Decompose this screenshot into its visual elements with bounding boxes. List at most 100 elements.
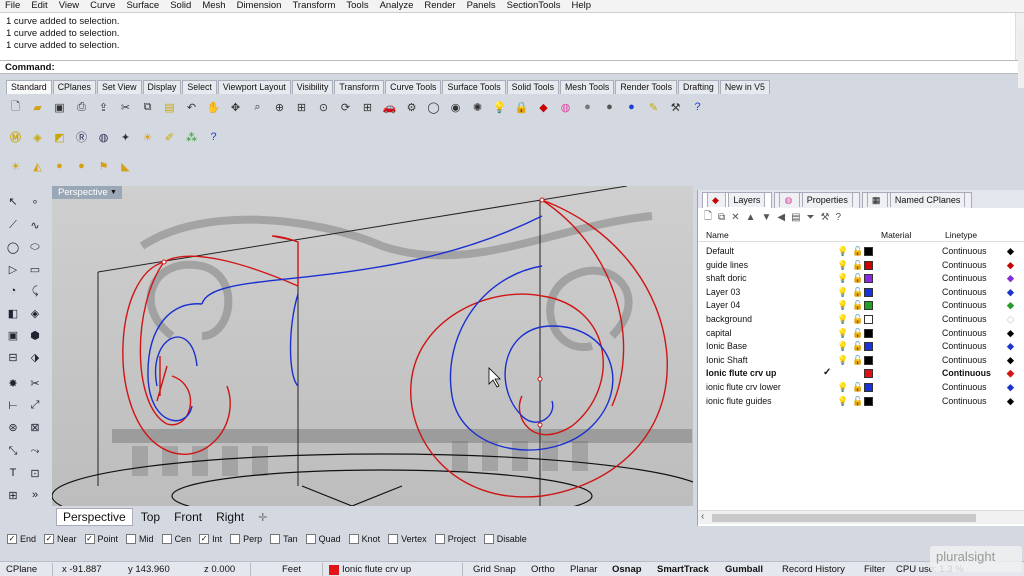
- menu-dimension[interactable]: Dimension: [237, 0, 282, 12]
- layer-name[interactable]: Ionic flute crv up: [706, 368, 776, 378]
- layer-name[interactable]: capital: [706, 328, 731, 338]
- layer-name[interactable]: Default: [706, 246, 734, 256]
- surface-edit-icon[interactable]: ◈: [26, 304, 44, 322]
- four-view-icon[interactable]: ⊞: [358, 98, 377, 117]
- new-layer-icon[interactable]: 🗋: [704, 209, 712, 226]
- layer-linetype[interactable]: Continuous: [942, 355, 987, 365]
- layer-print-color-icon[interactable]: ◆: [1007, 314, 1014, 325]
- group-icon[interactable]: ⊞: [4, 486, 22, 504]
- tab-layers[interactable]: ◆ Layers: [702, 192, 773, 208]
- array-icon[interactable]: ⊠: [26, 418, 44, 436]
- camera-icon[interactable]: ◉: [446, 98, 465, 117]
- tab-right[interactable]: Right: [210, 509, 250, 525]
- layer-print-color-icon[interactable]: ◆: [1007, 341, 1014, 352]
- layer-color-swatch[interactable]: [864, 274, 873, 284]
- import-icon[interactable]: ⇪: [94, 98, 113, 117]
- gumball-toggle[interactable]: Gumball: [725, 564, 763, 575]
- mesh-icon[interactable]: ⬗: [26, 348, 44, 366]
- layer-name[interactable]: shaft doric: [706, 273, 747, 283]
- layer-visible-icon[interactable]: 💡: [837, 396, 848, 407]
- shaded-sphere-icon[interactable]: ●: [578, 98, 597, 117]
- layer-row[interactable]: guide lines 💡 🔓 Continuous ◆: [698, 259, 1024, 273]
- solid-edit-icon[interactable]: ⬢: [26, 326, 44, 344]
- layer-row[interactable]: Ionic Shaft 💡 🔓 Continuous ◆: [698, 354, 1024, 368]
- checkbox[interactable]: ✓: [199, 534, 210, 544]
- menu-edit[interactable]: Edit: [31, 0, 47, 12]
- layer-name[interactable]: ionic flute guides: [706, 396, 772, 406]
- zoom-window-icon[interactable]: ⊕: [270, 98, 289, 117]
- dimension-icon[interactable]: ⤡: [4, 442, 22, 460]
- tab-display[interactable]: Display: [142, 80, 182, 94]
- status-layer-swatch[interactable]: [329, 565, 339, 575]
- layer-linetype[interactable]: Continuous: [942, 382, 987, 392]
- ortho-toggle[interactable]: Ortho: [531, 564, 555, 575]
- layer-print-color-icon[interactable]: ◆: [1007, 328, 1014, 339]
- explode-icon[interactable]: ✸: [4, 374, 22, 392]
- checkbox[interactable]: [126, 534, 137, 544]
- trim-icon[interactable]: ✂: [26, 374, 44, 392]
- text-icon[interactable]: T: [4, 464, 22, 482]
- rhino-m-icon[interactable]: Ⓜ: [6, 128, 25, 147]
- undo-icon[interactable]: ↶: [182, 98, 201, 117]
- move-down-icon[interactable]: ▼: [761, 212, 771, 223]
- layer-linetype[interactable]: Continuous: [942, 396, 987, 406]
- menu-file[interactable]: File: [5, 0, 20, 12]
- copy-icon[interactable]: ⧉: [138, 98, 157, 117]
- box-icon[interactable]: ▣: [4, 326, 22, 344]
- layer-visible-icon[interactable]: 💡: [837, 260, 848, 271]
- layer-name[interactable]: Ionic Base: [706, 341, 747, 351]
- more-icon[interactable]: »: [26, 486, 44, 504]
- brush-icon[interactable]: ✐: [160, 128, 179, 147]
- tab-front[interactable]: Front: [168, 509, 208, 525]
- layer-color-swatch[interactable]: [864, 383, 873, 392]
- move-icon[interactable]: ⊢: [4, 396, 22, 414]
- layer-visible-icon[interactable]: 💡: [837, 246, 848, 257]
- layer-unlock-icon[interactable]: 🔓: [852, 396, 863, 407]
- options-icon[interactable]: ⚒: [666, 98, 685, 117]
- scale-icon[interactable]: ⤢: [26, 396, 44, 414]
- layer-color-swatch[interactable]: [864, 301, 873, 311]
- arc-icon[interactable]: ◔: [4, 282, 22, 300]
- tab-perspective[interactable]: Perspective: [56, 508, 133, 526]
- layer-unlock-icon[interactable]: 🔓: [852, 287, 863, 298]
- move-view-icon[interactable]: ✥: [226, 98, 245, 117]
- car-icon[interactable]: 🚗: [380, 98, 399, 117]
- layer-name[interactable]: Layer 03: [706, 287, 740, 297]
- checkbox[interactable]: [270, 534, 281, 544]
- checkbox[interactable]: [230, 534, 241, 544]
- osnap-quad[interactable]: Quad: [305, 534, 341, 544]
- layer-unlock-icon[interactable]: 🔓: [852, 314, 863, 325]
- smarttrack-toggle[interactable]: SmartTrack: [657, 564, 709, 575]
- checkbox[interactable]: ✓: [7, 534, 17, 544]
- layer-color-swatch[interactable]: [864, 247, 873, 256]
- lock-icon[interactable]: 🔒: [512, 98, 531, 117]
- tab-visibility[interactable]: Visibility: [291, 80, 334, 94]
- layer-linetype[interactable]: Continuous: [942, 314, 987, 324]
- layer-linetype[interactable]: Continuous: [942, 368, 991, 378]
- layer-row[interactable]: Layer 04 💡 🔓 Continuous ◆: [698, 299, 1024, 313]
- tab-named-cplanes[interactable]: ▦ Named CPlanes: [861, 192, 973, 208]
- rectangle-icon[interactable]: ▭: [26, 260, 44, 278]
- help-icon[interactable]: ?: [204, 128, 223, 147]
- status-layer[interactable]: Ionic flute crv up: [342, 564, 411, 575]
- menu-transform[interactable]: Transform: [292, 0, 335, 12]
- layer-row[interactable]: capital 💡 🔓 Continuous ◆: [698, 327, 1024, 341]
- layer-linetype[interactable]: Continuous: [942, 246, 987, 256]
- scroll-thumb[interactable]: [712, 514, 976, 522]
- layer-print-color-icon[interactable]: ◆: [1007, 300, 1014, 311]
- curve-icon[interactable]: ∿: [26, 216, 44, 234]
- snap-icon[interactable]: ⊡: [26, 464, 44, 482]
- help-icon[interactable]: ?: [836, 212, 842, 223]
- osnap-end[interactable]: ✓ End: [7, 534, 36, 544]
- layer-visible-icon[interactable]: 💡: [837, 382, 848, 393]
- osnap-tan[interactable]: Tan: [270, 534, 298, 544]
- move-parent-icon[interactable]: ◀: [777, 212, 785, 223]
- layers-scrollbar[interactable]: ‹: [698, 510, 1024, 524]
- osnap-int[interactable]: ✓ Int: [199, 534, 222, 544]
- layer-row[interactable]: shaft doric 💡 🔓 Continuous ◆: [698, 272, 1024, 286]
- record-history-toggle[interactable]: Record History: [782, 564, 845, 575]
- tab-viewport-layout[interactable]: Viewport Layout: [217, 80, 291, 94]
- bulb-icon[interactable]: 💡: [490, 98, 509, 117]
- layer-color-swatch[interactable]: [864, 287, 873, 297]
- layer-print-color-icon[interactable]: ◆: [1007, 355, 1014, 366]
